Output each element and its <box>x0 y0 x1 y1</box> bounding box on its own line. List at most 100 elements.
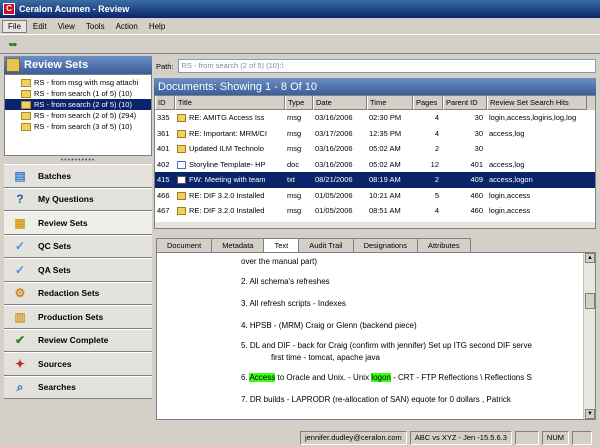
menu-tools[interactable]: Tools <box>81 21 110 32</box>
menu-file[interactable]: File <box>2 19 27 33</box>
cell-time: 05:02 AM <box>369 144 401 154</box>
nav-review-complete[interactable]: ✔ Review Complete <box>4 328 152 352</box>
cell-title: RE: AMITG Access Iss <box>175 113 285 123</box>
table-row[interactable]: 361 RE: Important: MRM/CI msg 03/17/2006 12:… <box>155 126 595 142</box>
column-header-time[interactable]: Time <box>367 96 413 110</box>
review-complete-icon: ✔ <box>14 333 26 348</box>
nav-production-sets[interactable]: ▥ Production Sets <box>4 305 152 329</box>
cell-hits: access,log <box>489 128 525 138</box>
pane-splitter[interactable]: •••••••••• <box>4 156 152 164</box>
nav-my-questions[interactable]: ? My Questions <box>4 187 152 211</box>
cell-parent: 460 <box>470 206 483 216</box>
table-row[interactable]: 415 FW: Meeting with team txt 08/21/2006 08:… <box>155 172 595 188</box>
tab-metadata[interactable]: Metadata <box>211 238 265 252</box>
review-set-item[interactable]: RS - from search (1 of 5) (10) <box>5 88 151 99</box>
column-header-type[interactable]: Type <box>285 96 313 110</box>
tab-audit-trail[interactable]: Audit Trail <box>298 238 354 252</box>
envelope-icon <box>177 207 186 216</box>
nav-label: Review Complete <box>38 335 109 346</box>
column-header-title[interactable]: Title <box>175 96 285 110</box>
nav-sources[interactable]: ✦ Sources <box>4 352 152 376</box>
path-input[interactable]: RS - from search (2 of 5) (10):\ <box>177 59 596 73</box>
nav-buttons: ▤ Batches? My Questions ▦ Review Sets ✓ QC Set… <box>4 164 152 399</box>
horizontal-scrollbar[interactable] <box>155 222 595 228</box>
tab-text[interactable]: Text <box>263 238 300 252</box>
cell-pages: 4 <box>434 128 439 138</box>
menu-view[interactable]: View <box>53 21 80 32</box>
table-row[interactable]: 335 RE: AMITG Access Iss msg 03/16/2006 02:3… <box>155 110 595 126</box>
qa-sets-icon: ✓ <box>14 262 26 277</box>
nav-qa-sets[interactable]: ✓ QA Sets <box>4 258 152 282</box>
cell-type: msg <box>287 113 302 123</box>
doc-line: 3. All refresh scripts - Indexes <box>241 299 346 308</box>
review-set-item[interactable]: RS - from search (2 of 5) (294) <box>5 110 151 121</box>
nav-review-sets[interactable]: ▦ Review Sets <box>4 211 152 235</box>
cell-pages: 4 <box>434 113 439 123</box>
cell-hits: login,access <box>489 206 531 216</box>
cell-type: msg <box>287 190 302 200</box>
column-header-search-hits[interactable]: Review Set Search Hits <box>487 96 587 110</box>
nav-searches[interactable]: ⌕ Searches <box>4 375 152 399</box>
cell-title: RE: DIF 3.2.0 Installed <box>175 191 285 200</box>
review-set-item-selected[interactable]: RS - from search (2 of 5) (10) <box>5 99 151 110</box>
status-user: jennifer.dudley@ceralon.com <box>299 430 407 445</box>
nav-qc-sets[interactable]: ✓ QC Sets <box>4 234 152 258</box>
nav-redaction-sets[interactable]: ⚙ Redaction Sets <box>4 281 152 305</box>
nav-batches[interactable]: ▤ Batches <box>4 164 152 188</box>
review-sets-header: Review Sets <box>4 56 152 74</box>
cell-parent: 30 <box>474 113 483 123</box>
production-icon: ▥ <box>14 309 26 324</box>
cell-time: 05:02 AM <box>369 159 401 169</box>
column-header-pages[interactable]: Pages <box>413 96 443 110</box>
column-header-date[interactable]: Date <box>313 96 367 110</box>
cell-id: 402 <box>157 159 170 169</box>
cell-date: 03/16/2006 <box>315 113 353 123</box>
status-bar: jennifer.dudley@ceralon.com ABC vs XYZ -… <box>0 428 600 447</box>
column-header-parent-id[interactable]: Parent ID <box>443 96 487 110</box>
cell-type: msg <box>287 144 302 154</box>
menu-help[interactable]: Help <box>144 21 170 32</box>
cell-id: 467 <box>157 206 170 216</box>
tab-designations[interactable]: Designations <box>352 238 418 252</box>
cell-id: 466 <box>157 190 170 200</box>
export-arrow-icon[interactable]: ➥ <box>4 36 22 52</box>
vertical-scrollbar[interactable]: ▲ ▼ <box>583 253 595 419</box>
table-row[interactable]: 401 Updated ILM Technolo msg 03/16/2006 05:0… <box>155 141 595 157</box>
redaction-icon: ⚙ <box>14 286 26 301</box>
cell-type: doc <box>287 159 300 169</box>
doc-file-icon <box>177 160 186 169</box>
nav-label: Batches <box>38 170 72 181</box>
doc-line: 7. DR builds - LAPRODR (re-allocation of… <box>241 395 511 404</box>
cell-title-text: RE: Important: MRM/CI <box>189 128 267 138</box>
review-sets-header-icon <box>6 58 20 72</box>
nav-label: QC Sets <box>38 241 72 252</box>
tab-document[interactable]: Document <box>156 238 213 252</box>
doc-line: over the manual part) <box>241 257 318 266</box>
cell-time: 12:35 PM <box>369 128 402 138</box>
menu-action[interactable]: Action <box>111 21 143 32</box>
scroll-thumb[interactable] <box>585 293 595 309</box>
table-row[interactable]: 402 Storyline Template- HP doc 03/16/2006 05… <box>155 157 595 173</box>
scroll-up-icon[interactable]: ▲ <box>585 253 595 263</box>
doc-line: 2. All schema's refreshes <box>241 277 330 286</box>
status-num: NUM <box>541 430 569 445</box>
cell-pages: 4 <box>434 206 439 216</box>
cell-id: 401 <box>157 144 170 154</box>
tab-attributes[interactable]: Attributes <box>416 238 471 252</box>
cell-title: Storyline Template- HP <box>175 160 285 169</box>
table-row[interactable]: 467 RE: DIF 3.2.0 Installed msg 01/05/2006 0… <box>155 203 595 219</box>
table-row[interactable]: 466 RE: DIF 3.2.0 Installed msg 01/05/2006 1… <box>155 188 595 204</box>
cell-type: txt <box>287 175 295 185</box>
path-label: Path: <box>156 61 174 71</box>
column-header-id[interactable]: ID <box>155 96 175 110</box>
review-set-item[interactable]: RS - from search (3 of 5) (10) <box>5 121 151 132</box>
menu-edit[interactable]: Edit <box>28 21 52 32</box>
txt-file-icon <box>177 176 186 185</box>
status-case: ABC vs XYZ - Jen -15.5.6.3 <box>409 430 512 445</box>
batches-icon: ▤ <box>14 168 26 183</box>
review-set-item[interactable]: RS - from msg with msg attachi <box>5 77 151 88</box>
nav-label: Redaction Sets <box>38 288 100 299</box>
scroll-down-icon[interactable]: ▼ <box>585 409 595 419</box>
documents-header: Documents: Showing 1 - 8 Of 10 <box>154 78 596 95</box>
nav-label: Searches <box>38 382 76 393</box>
